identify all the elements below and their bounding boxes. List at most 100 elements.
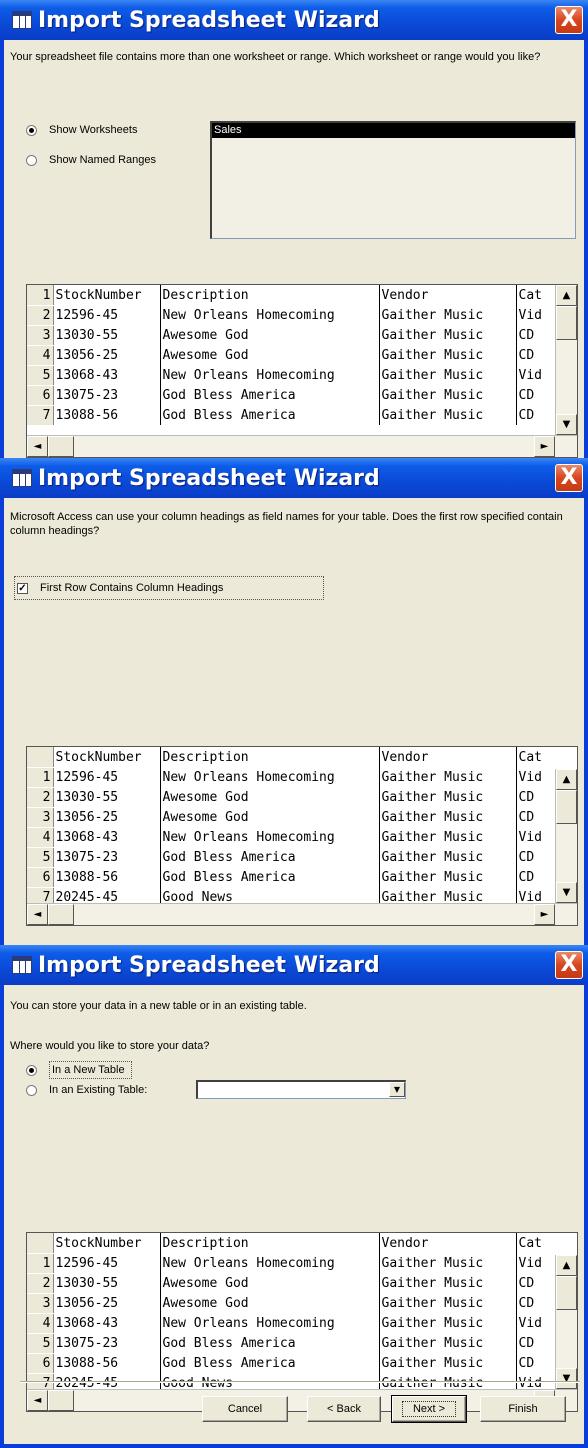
scroll-right-icon[interactable]: ►	[534, 904, 555, 925]
row-number: 3	[27, 807, 54, 828]
table-cell: 13075-23	[53, 847, 161, 867]
scroll-thumb[interactable]	[48, 436, 74, 457]
table-cell: Gaither Music	[379, 787, 517, 807]
title-bar: Import Spreadsheet Wizard X	[0, 0, 588, 40]
table-cell: Gaither Music	[379, 405, 517, 425]
scroll-thumb[interactable]	[556, 790, 577, 824]
row-number: 5	[27, 847, 54, 868]
scroll-left-icon[interactable]: ◄	[27, 904, 48, 925]
scroll-down-icon[interactable]: ▼	[556, 414, 577, 435]
finish-button[interactable]: Finish	[480, 1396, 566, 1422]
worksheet-list[interactable]: Sales	[210, 121, 576, 239]
next-button[interactable]: Next >	[391, 1395, 467, 1423]
row-number: 6	[27, 867, 54, 888]
checkmark-icon[interactable]: ✓	[17, 582, 28, 594]
cancel-button[interactable]: Cancel	[202, 1396, 288, 1422]
table-cell: Vid	[518, 1256, 542, 1271]
scroll-left-icon[interactable]: ◄	[27, 1390, 48, 1411]
vertical-scrollbar[interactable]: ▲ ▼	[555, 1255, 577, 1389]
radio-new-table[interactable]: In a New Table	[26, 1061, 132, 1079]
prompt-text: Microsoft Access can use your column hea…	[10, 511, 563, 537]
row-number: 4	[27, 827, 54, 848]
table-cell: CD	[518, 348, 535, 363]
table-cell: 13088-56	[53, 867, 161, 887]
table-cell: CD	[518, 1336, 535, 1351]
scroll-thumb[interactable]	[556, 1276, 577, 1310]
row-number	[27, 747, 54, 768]
table-cell: 13068-43	[53, 1313, 161, 1333]
table-icon	[12, 956, 32, 974]
scroll-thumb[interactable]	[556, 306, 577, 340]
scroll-thumb[interactable]	[48, 1390, 74, 1411]
table-cell: CD	[518, 408, 535, 423]
column-header: StockNumber	[53, 1233, 161, 1253]
scroll-left-icon[interactable]: ◄	[27, 436, 48, 457]
radio-dot-icon[interactable]	[26, 154, 37, 166]
radio-show-named-ranges[interactable]: Show Named Ranges	[26, 154, 156, 166]
horizontal-scrollbar[interactable]: ◄ ►	[27, 435, 577, 457]
preview-grid: StockNumber Description Vendor Cat 1 12596-45…	[26, 746, 578, 926]
vertical-scrollbar[interactable]: ▲ ▼	[555, 769, 577, 903]
row-number: 7	[27, 405, 54, 426]
wizard-step-headings: Import Spreadsheet Wizard X Microsoft Ac…	[0, 458, 588, 945]
table-cell: Gaither Music	[379, 305, 517, 325]
table-row: 4 13068-43 New Orleans Homecoming Gaither M…	[27, 827, 556, 848]
table-cell: CD	[518, 1356, 535, 1371]
table-cell: Gaither Music	[379, 827, 517, 847]
scroll-up-icon[interactable]: ▲	[556, 1255, 577, 1276]
radio-label: In a New Table	[49, 1061, 132, 1079]
back-button[interactable]: < Back	[307, 1396, 381, 1422]
radio-dot-icon[interactable]	[26, 1064, 37, 1076]
row-number: 3	[27, 325, 54, 346]
title-bar: Import Spreadsheet Wizard X	[0, 458, 588, 498]
table-row: 7 13088-56 God Bless America Gaither Music C…	[27, 405, 556, 426]
table-cell: 13088-56	[53, 1353, 161, 1373]
table-row: 1 12596-45 New Orleans Homecoming Gaither M…	[27, 767, 556, 788]
wizard-step-destination: Import Spreadsheet Wizard X You can stor…	[0, 945, 588, 1448]
table-cell: Gaither Music	[379, 325, 517, 345]
radio-existing-table[interactable]: In an Existing Table:	[26, 1084, 147, 1096]
table-cell: New Orleans Homecoming	[160, 827, 380, 847]
scroll-up-icon[interactable]: ▲	[556, 769, 577, 790]
table-cell: 12596-45	[53, 1253, 161, 1273]
first-row-headings-checkbox[interactable]: ✓ First Row Contains Column Headings	[14, 576, 324, 600]
table-row: 3 13056-25 Awesome God Gaither Music CD	[27, 807, 556, 828]
radio-dot-icon[interactable]	[26, 1084, 37, 1096]
table-cell: Awesome God	[160, 787, 380, 807]
column-header: StockNumber	[53, 747, 161, 767]
scroll-down-icon[interactable]: ▼	[556, 1368, 577, 1389]
table-row: 1 StockNumber Description Vendor Cat	[27, 285, 556, 306]
close-button[interactable]: X	[555, 6, 583, 34]
radio-dot-icon[interactable]	[26, 124, 37, 136]
close-button[interactable]: X	[555, 464, 583, 492]
dropdown-arrow-icon[interactable]: ▼	[389, 1082, 405, 1097]
table-cell: 13068-43	[53, 365, 161, 385]
column-header: Vendor	[379, 747, 517, 767]
table-cell: Gaither Music	[379, 365, 517, 385]
table-cell: 12596-45	[53, 767, 161, 787]
table-row: 2 12596-45 New Orleans Homecoming Gaither M…	[27, 305, 556, 326]
next-button-label: Next >	[401, 1401, 457, 1417]
close-button[interactable]: X	[555, 951, 583, 979]
table-cell: StockNumber	[53, 285, 161, 305]
table-cell: 12596-45	[53, 305, 161, 325]
table-cell: God Bless America	[160, 847, 380, 867]
row-number: 2	[27, 1273, 54, 1294]
scroll-down-icon[interactable]: ▼	[556, 882, 577, 903]
table-cell: CD	[518, 328, 535, 343]
vertical-scrollbar[interactable]: ▲ ▼	[555, 285, 577, 435]
radio-show-worksheets[interactable]: Show Worksheets	[26, 124, 137, 136]
scroll-right-icon[interactable]: ►	[534, 436, 555, 457]
table-cell: 13088-56	[53, 405, 161, 425]
table-cell: New Orleans Homecoming	[160, 1253, 380, 1273]
horizontal-scrollbar[interactable]: ◄ ►	[27, 903, 577, 925]
table-cell: God Bless America	[160, 1333, 380, 1353]
table-cell: Vid	[518, 770, 542, 785]
existing-table-combo[interactable]: ▼	[196, 1080, 406, 1099]
list-item-sales[interactable]: Sales	[212, 123, 575, 138]
table-cell: God Bless America	[160, 385, 380, 405]
scroll-thumb[interactable]	[48, 904, 74, 925]
radio-label: Show Worksheets	[49, 124, 138, 136]
table-cell: Gaither Music	[379, 807, 517, 827]
scroll-up-icon[interactable]: ▲	[556, 285, 577, 306]
